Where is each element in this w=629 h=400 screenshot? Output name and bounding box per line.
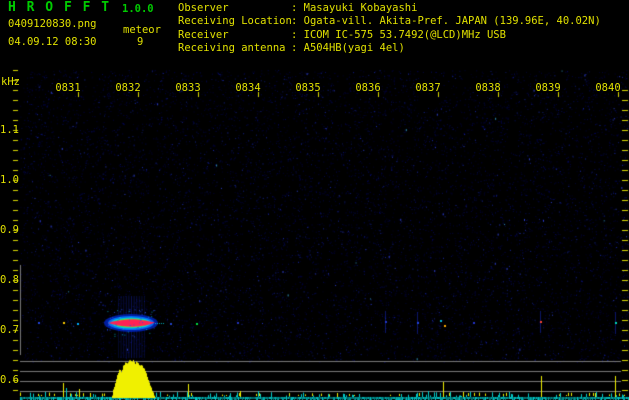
meteor-count: 9 xyxy=(137,36,144,48)
info-value: ICOM IC-575 53.7492(@LCD)MHz USB xyxy=(303,28,506,41)
info-value: Masayuki Kobayashi xyxy=(303,2,418,14)
info-label: Receiving Location xyxy=(178,15,292,28)
info-value: Ogata-vill. Akita-Pref. JAPAN (139.96E, … xyxy=(303,15,601,28)
freq-label-1.0: 1.0 xyxy=(0,174,19,186)
hrofft-screen: H R O F F T 1.0.0 0409120830.png meteor … xyxy=(0,0,629,400)
station-info: Observer: Masayuki Kobayashi Receiving L… xyxy=(178,2,601,56)
time-label-0838: 0838 xyxy=(475,82,501,94)
time-label-0839: 0839 xyxy=(535,82,561,94)
freq-label-0.9: 0.9 xyxy=(0,224,19,236)
time-label-0832: 0832 xyxy=(115,82,141,94)
time-label-0831: 0831 xyxy=(55,82,81,94)
app-title: H R O F F T xyxy=(8,0,111,15)
info-label: Receiver xyxy=(178,28,229,41)
info-row-antenna: Receiving antenna: A504HB(yagi 4el) xyxy=(178,42,601,55)
info-value: A504HB(yagi 4el) xyxy=(303,42,405,55)
time-label-0835: 0835 xyxy=(295,82,321,94)
info-row-receiver: Receiver: ICOM IC-575 53.7492(@LCD)MHz U… xyxy=(178,29,601,42)
frequency-unit-label: kHz xyxy=(1,76,20,88)
spectrogram-canvas xyxy=(0,0,629,400)
mode-label: meteor xyxy=(123,24,161,36)
info-separator: : xyxy=(291,15,304,28)
time-label-0836: 0836 xyxy=(355,82,381,94)
freq-label-0.7: 0.7 xyxy=(0,324,19,336)
time-label-0834: 0834 xyxy=(235,82,261,94)
freq-label-0.8: 0.8 xyxy=(0,274,19,286)
info-separator: : xyxy=(291,28,304,41)
info-row-location: Receiving Location: Ogata-vill. Akita-Pr… xyxy=(178,15,601,28)
freq-label-0.6: 0.6 xyxy=(0,374,19,386)
info-row-observer: Observer: Masayuki Kobayashi xyxy=(178,2,601,15)
filename: 0409120830.png xyxy=(8,18,97,30)
time-label-0840: 0840 xyxy=(595,82,621,94)
info-separator: : xyxy=(291,2,304,14)
freq-label-1.1: 1.1 xyxy=(0,124,19,136)
info-label: Receiving antenna xyxy=(178,42,286,55)
app-version: 1.0.0 xyxy=(122,3,154,15)
info-label: Observer xyxy=(178,2,229,14)
info-separator: : xyxy=(291,42,304,55)
time-label-0837: 0837 xyxy=(415,82,441,94)
time-label-0833: 0833 xyxy=(175,82,201,94)
datetime: 04.09.12 08:30 xyxy=(8,36,97,48)
